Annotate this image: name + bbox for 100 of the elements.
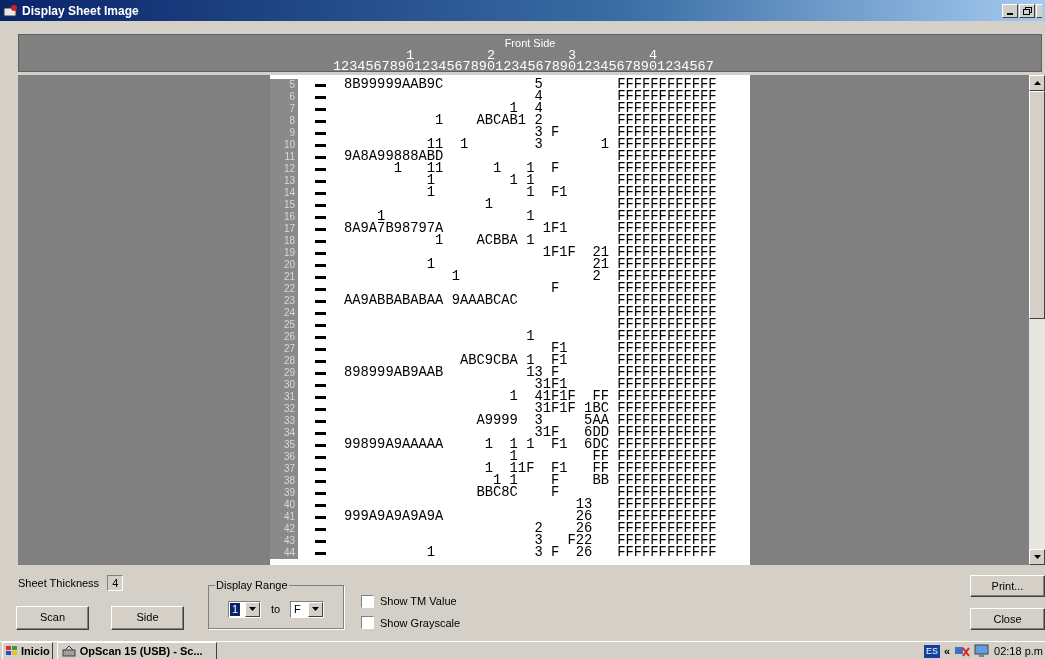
row-data: 1 3 F 26 FFFFFFFFFFFF xyxy=(425,547,717,559)
row-number: 41 xyxy=(270,511,298,523)
row-number: 10 xyxy=(270,139,298,151)
action-button[interactable]: Print... xyxy=(970,575,1045,597)
row-number: 44 xyxy=(270,547,298,559)
restore-button[interactable] xyxy=(1019,3,1035,18)
row-data: 3 F FFFFFFFFFFFF xyxy=(533,127,717,139)
row-marker-icon xyxy=(315,515,326,519)
language-indicator[interactable]: ES xyxy=(923,644,940,658)
row-marker-icon xyxy=(315,551,326,555)
checkbox[interactable] xyxy=(361,616,374,630)
row-number: 30 xyxy=(270,379,298,391)
row-number: 7 xyxy=(270,103,298,115)
row-marker-icon xyxy=(315,95,326,99)
close-button[interactable] xyxy=(1036,3,1042,18)
row-number: 31 xyxy=(270,391,298,403)
row-data: FFFFFFFFFFFF xyxy=(616,319,717,331)
row-data: 8B99999AAB9C 5 FFFFFFFFFFFF xyxy=(344,79,717,91)
row-marker-icon xyxy=(315,323,326,327)
row-marker-icon xyxy=(315,431,326,435)
thickness-value: 4 xyxy=(107,575,124,592)
row-data: AA9ABBABABAA 9AAABCAC FFFFFFFFFFFF xyxy=(344,295,717,307)
scroll-thumb[interactable] xyxy=(1029,91,1045,319)
tray-expand[interactable]: « xyxy=(943,642,951,659)
to-label: to xyxy=(270,601,281,617)
row-number: 32 xyxy=(270,403,298,415)
row-data: 1 1 F1 FFFFFFFFFFFF xyxy=(425,187,717,199)
row-number: 17 xyxy=(270,223,298,235)
row-number: 39 xyxy=(270,487,298,499)
row-marker-icon xyxy=(315,275,326,279)
monitor-icon[interactable] xyxy=(974,644,991,658)
row-number: 29 xyxy=(270,367,298,379)
down-arrow-icon xyxy=(1033,555,1041,559)
range-from-select[interactable]: 1 xyxy=(228,600,261,618)
ruler-tens: 1 2 3 4 xyxy=(405,50,658,61)
row-number: 12 xyxy=(270,163,298,175)
row-number: 24 xyxy=(270,307,298,319)
range-to-select[interactable]: F xyxy=(290,600,324,618)
row-marker-icon xyxy=(315,491,326,495)
checkbox-label: Show Grayscale xyxy=(380,615,461,631)
row-marker-icon xyxy=(315,467,326,471)
row-marker-icon xyxy=(315,479,326,483)
row-number: 27 xyxy=(270,343,298,355)
row-number: 18 xyxy=(270,235,298,247)
row-marker-icon xyxy=(315,371,326,375)
row-marker-icon xyxy=(315,455,326,459)
scroll-up-button[interactable] xyxy=(1029,75,1045,91)
row-marker-icon xyxy=(315,287,326,291)
row-marker-icon xyxy=(315,347,326,351)
row-data: 1 21 FFFFFFFFFFFF xyxy=(425,259,717,271)
restore-icon xyxy=(1022,6,1032,15)
row-data: 1 FF FFFFFFFFFFFF xyxy=(508,451,717,463)
row-data: 2 26 FFFFFFFFFFFF xyxy=(533,523,717,535)
row-number: 25 xyxy=(270,319,298,331)
window-title: Display Sheet Image xyxy=(22,2,139,20)
checkbox[interactable] xyxy=(361,594,374,608)
row-marker-icon xyxy=(315,179,326,183)
row-number: 21 xyxy=(270,271,298,283)
row-data: BBC8C F FFFFFFFFFFFF xyxy=(475,487,717,499)
row-number: 8 xyxy=(270,115,298,127)
row-data: FFFFFFFFFFFF xyxy=(616,307,717,319)
row-data: 31F1F 1BC FFFFFFFFFFFF xyxy=(533,403,717,415)
row-marker-icon xyxy=(315,407,326,411)
minimize-icon xyxy=(1007,12,1013,15)
start-button[interactable]: Inicio xyxy=(2,642,53,659)
side-label: Front Side xyxy=(503,36,557,50)
row-marker-icon xyxy=(315,539,326,543)
row-marker-icon xyxy=(315,83,326,87)
row-data: 9A8A99888ABD FFFFFFFFFFFF xyxy=(344,151,717,163)
row-number: 42 xyxy=(270,523,298,535)
minimize-button[interactable] xyxy=(1002,3,1018,18)
network-icon[interactable] xyxy=(954,644,971,658)
scroll-down-button[interactable] xyxy=(1029,549,1045,565)
row-number: 38 xyxy=(270,475,298,487)
row-data: 13 FFFFFFFFFFFF xyxy=(574,499,717,511)
row-marker-icon xyxy=(315,263,326,267)
row-data: 4 FFFFFFFFFFFF xyxy=(533,91,717,103)
row-marker-icon xyxy=(315,239,326,243)
row-marker-icon xyxy=(315,419,326,423)
row-data: 1 1 1 FFFFFFFFFFFF xyxy=(425,175,717,187)
row-marker-icon xyxy=(315,395,326,399)
vertical-scrollbar[interactable] xyxy=(1029,75,1045,565)
row-data: 1 ABCAB1 2 FFFFFFFFFFFF xyxy=(434,115,717,127)
row-data: 999A9A9A9A9A 26 FFFFFFFFFFFF xyxy=(344,511,717,523)
row-number: 16 xyxy=(270,211,298,223)
row-number: 28 xyxy=(270,355,298,367)
row-number: 40 xyxy=(270,499,298,511)
row-marker-icon xyxy=(315,107,326,111)
row-data: 1 1 F BB FFFFFFFFFFFF xyxy=(493,475,717,487)
row-number: 19 xyxy=(270,247,298,259)
row-number: 22 xyxy=(270,283,298,295)
group-label: Display Range xyxy=(215,578,289,592)
row-marker-icon xyxy=(315,167,326,171)
row-data: 1 2 FFFFFFFFFFFF xyxy=(450,271,717,283)
app-icon xyxy=(3,3,19,18)
taskbar-task[interactable]: OpScan 15 (USB) - Sc... xyxy=(56,642,217,659)
action-button[interactable]: Side xyxy=(111,605,184,630)
action-button[interactable]: Close xyxy=(970,608,1045,630)
row-number: 33 xyxy=(270,415,298,427)
action-button[interactable]: Scan xyxy=(16,605,89,630)
